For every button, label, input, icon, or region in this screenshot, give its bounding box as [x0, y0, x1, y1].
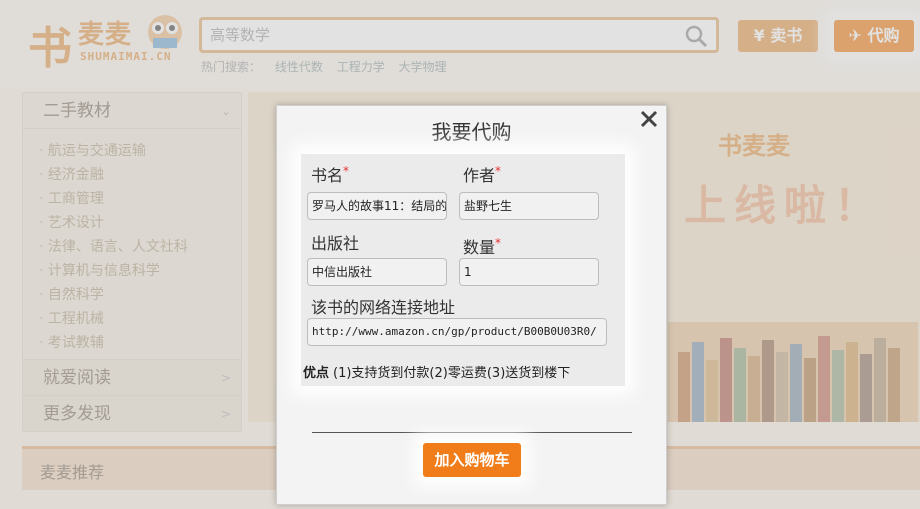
- purchase-agent-dialog: 我要代购 书名* 作者* 罗马人的故事11：结局的开始 盐野七生 出版社 数量*…: [276, 105, 667, 505]
- add-to-cart-button[interactable]: 加入购物车: [423, 443, 521, 477]
- publisher-field[interactable]: 中信出版社: [307, 258, 447, 286]
- book-name-field[interactable]: 罗马人的故事11：结局的开始: [307, 192, 447, 220]
- url-field[interactable]: http://www.amazon.cn/gp/product/B00B0U03…: [307, 318, 607, 346]
- publisher-label: 出版社: [311, 234, 360, 253]
- dialog-title: 我要代购: [431, 120, 512, 144]
- required-mark: *: [495, 164, 502, 178]
- url-label: 该书的网络连接地址: [311, 298, 456, 317]
- author-field[interactable]: 盐野七生: [459, 192, 599, 220]
- required-mark: *: [495, 236, 502, 250]
- advantages-label: 优点: [303, 366, 330, 381]
- advantages-text: 优点 (1)支持货到付款(2)零运费(3)送货到楼下: [303, 366, 571, 381]
- author-label: 作者*: [463, 164, 502, 185]
- required-mark: *: [343, 164, 350, 178]
- quantity-field[interactable]: 1: [459, 258, 599, 286]
- close-icon[interactable]: [638, 108, 660, 130]
- divider: [312, 432, 632, 433]
- quantity-label: 数量*: [463, 236, 502, 257]
- purchase-form: 书名* 作者* 罗马人的故事11：结局的开始 盐野七生 出版社 数量* 中信出版…: [301, 154, 625, 386]
- book-name-label: 书名*: [311, 164, 350, 185]
